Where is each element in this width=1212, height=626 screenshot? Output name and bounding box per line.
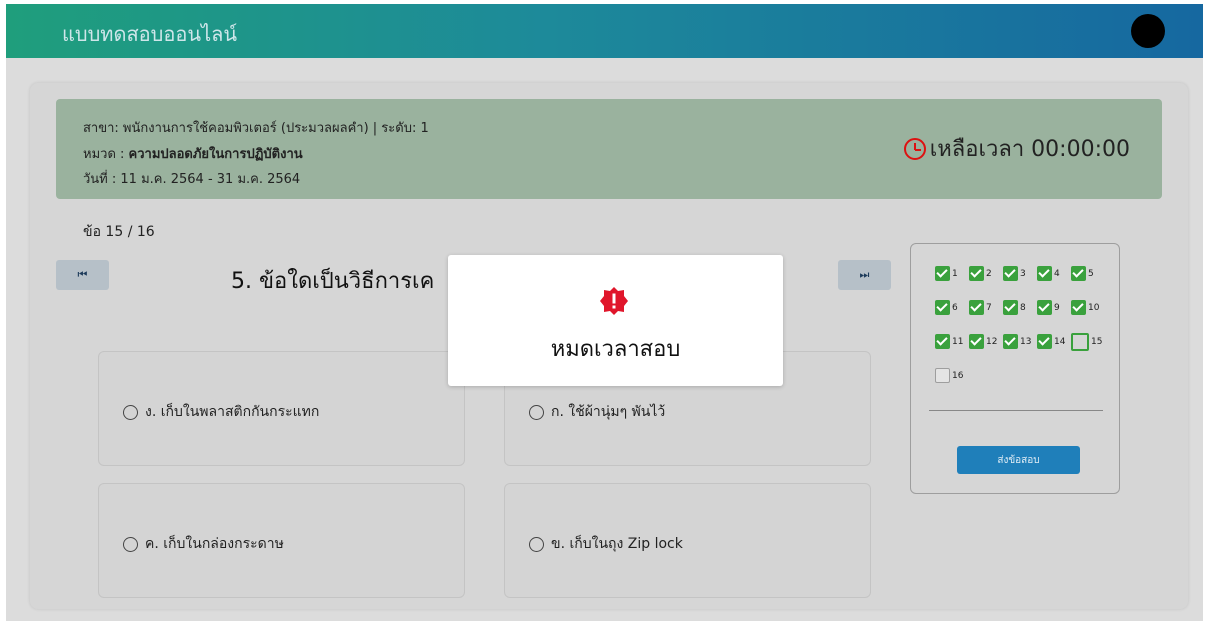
radio-icon[interactable] bbox=[123, 404, 138, 420]
divider bbox=[929, 410, 1103, 411]
checkbox-checked-icon[interactable] bbox=[1003, 266, 1018, 281]
question-nav-item[interactable]: 9 bbox=[1037, 296, 1071, 319]
next-question-button[interactable]: ⏭ bbox=[838, 260, 891, 290]
checkbox-checked-icon[interactable] bbox=[1037, 300, 1052, 315]
user-avatar[interactable] bbox=[1131, 14, 1165, 48]
question-nav-item[interactable]: 10 bbox=[1071, 296, 1105, 319]
checkbox-icon[interactable] bbox=[935, 368, 950, 383]
question-nav-item[interactable]: 6 bbox=[935, 296, 969, 319]
checkbox-checked-icon[interactable] bbox=[935, 300, 950, 315]
checkbox-checked-icon[interactable] bbox=[1037, 334, 1052, 349]
radio-icon[interactable] bbox=[529, 404, 544, 420]
category-value: ความปลอดภัยในการปฏิบัติงาน bbox=[128, 147, 303, 162]
checkbox-checked-icon[interactable] bbox=[969, 300, 984, 315]
submit-exam-button[interactable]: ส่งข้อสอบ bbox=[957, 446, 1080, 474]
checkbox-checked-icon[interactable] bbox=[1037, 266, 1052, 281]
answer-option[interactable]: ข. เก็บในถุง Zip lock bbox=[504, 483, 871, 598]
modal-message: หมดเวลาสอบ bbox=[550, 337, 681, 362]
checkbox-checked-icon[interactable] bbox=[1003, 334, 1018, 349]
question-nav-number: 9 bbox=[1054, 302, 1060, 313]
category-line: หมวด : ความปลอดภัยในการปฏิบัติงาน bbox=[83, 143, 303, 164]
time-up-modal: หมดเวลาสอบ bbox=[448, 255, 783, 386]
date-range-text: วันที่ : 11 ม.ค. 2564 - 31 ม.ค. 2564 bbox=[83, 172, 301, 187]
question-counter: ข้อ 15 / 16 bbox=[83, 224, 155, 240]
question-nav-number: 2 bbox=[986, 268, 992, 279]
question-nav-item[interactable]: 11 bbox=[935, 330, 969, 353]
question-nav-item[interactable]: 1 bbox=[935, 262, 969, 285]
question-grid: 1 2 3 4 5 6 7 8 9 10 11 12 13 14 15 16 bbox=[935, 262, 1115, 398]
countdown-timer: เหลือเวลา 00:00:00 bbox=[903, 131, 1130, 166]
app-window: แบบทดสอบออนไลน์ สาขา: พนักงานการใช้คอมพิ… bbox=[6, 4, 1203, 621]
option-label: ง. เก็บในพลาสติกกันกระแทก bbox=[145, 404, 320, 420]
checkbox-checked-icon[interactable] bbox=[1071, 300, 1086, 315]
question-nav-number: 13 bbox=[1020, 336, 1032, 347]
previous-question-button[interactable]: ⏮ bbox=[56, 260, 109, 290]
question-nav-item[interactable]: 13 bbox=[1003, 330, 1037, 353]
question-nav-item[interactable]: 5 bbox=[1071, 262, 1105, 285]
question-nav-number: 4 bbox=[1054, 268, 1060, 279]
question-nav-number: 16 bbox=[952, 370, 964, 381]
question-nav-item[interactable]: 8 bbox=[1003, 296, 1037, 319]
checkbox-checked-icon[interactable] bbox=[969, 266, 984, 281]
exam-info-panel: สาขา: พนักงานการใช้คอมพิวเตอร์ (ประมวลผล… bbox=[56, 99, 1162, 199]
question-text: 5. ข้อใดเป็นวิธีการเค bbox=[231, 269, 435, 294]
question-nav-item[interactable]: 3 bbox=[1003, 262, 1037, 285]
question-nav-item[interactable]: 12 bbox=[969, 330, 1003, 353]
question-nav-item[interactable]: 4 bbox=[1037, 262, 1071, 285]
category-label: หมวด : bbox=[83, 147, 129, 162]
skip-next-icon: ⏭ bbox=[859, 268, 870, 281]
question-nav-number: 6 bbox=[952, 302, 958, 313]
question-nav-item[interactable]: 16 bbox=[935, 364, 969, 387]
question-nav-item[interactable]: 14 bbox=[1037, 330, 1071, 353]
top-bar: แบบทดสอบออนไลน์ bbox=[6, 4, 1203, 58]
question-nav-number: 8 bbox=[1020, 302, 1026, 313]
question-nav-number: 11 bbox=[952, 336, 964, 347]
clock-icon bbox=[903, 137, 926, 160]
option-label: ก. ใช้ผ้านุ่มๆ พันไว้ bbox=[551, 404, 666, 420]
checkbox-checked-icon[interactable] bbox=[1003, 300, 1018, 315]
question-nav-number: 7 bbox=[986, 302, 992, 313]
checkbox-checked-icon[interactable] bbox=[935, 266, 950, 281]
alert-badge-icon bbox=[600, 287, 628, 315]
option-label: ค. เก็บในกล่องกระดาษ bbox=[145, 536, 284, 552]
checkbox-checked-icon[interactable] bbox=[935, 334, 950, 349]
question-nav-number: 12 bbox=[986, 336, 998, 347]
answer-option[interactable]: ค. เก็บในกล่องกระดาษ bbox=[98, 483, 465, 598]
question-nav-number: 15 bbox=[1091, 336, 1103, 347]
question-nav-number: 1 bbox=[952, 268, 958, 279]
radio-icon[interactable] bbox=[529, 536, 544, 552]
checkbox-checked-icon[interactable] bbox=[969, 334, 984, 349]
checkbox-checked-icon[interactable] bbox=[1071, 266, 1086, 281]
question-nav-number: 14 bbox=[1054, 336, 1066, 347]
question-nav-number: 3 bbox=[1020, 268, 1026, 279]
answer-option[interactable]: ง. เก็บในพลาสติกกันกระแทก bbox=[98, 351, 465, 466]
option-label: ข. เก็บในถุง Zip lock bbox=[551, 536, 683, 552]
question-navigator: 1 2 3 4 5 6 7 8 9 10 11 12 13 14 15 16 ส่งข้อสอบ bbox=[910, 243, 1120, 494]
timer-text: เหลือเวลา 00:00:00 bbox=[929, 137, 1130, 162]
question-nav-number: 10 bbox=[1088, 302, 1100, 313]
branch-level-text: สาขา: พนักงานการใช้คอมพิวเตอร์ (ประมวลผล… bbox=[83, 121, 429, 136]
question-nav-item[interactable]: 2 bbox=[969, 262, 1003, 285]
question-nav-item[interactable]: 7 bbox=[969, 296, 1003, 319]
question-nav-number: 5 bbox=[1088, 268, 1094, 279]
checkbox-icon[interactable] bbox=[1071, 332, 1089, 351]
question-nav-item[interactable]: 15 bbox=[1071, 330, 1105, 353]
skip-previous-icon: ⏮ bbox=[77, 268, 88, 281]
radio-icon[interactable] bbox=[123, 536, 138, 552]
app-title: แบบทดสอบออนไลน์ bbox=[62, 22, 238, 46]
